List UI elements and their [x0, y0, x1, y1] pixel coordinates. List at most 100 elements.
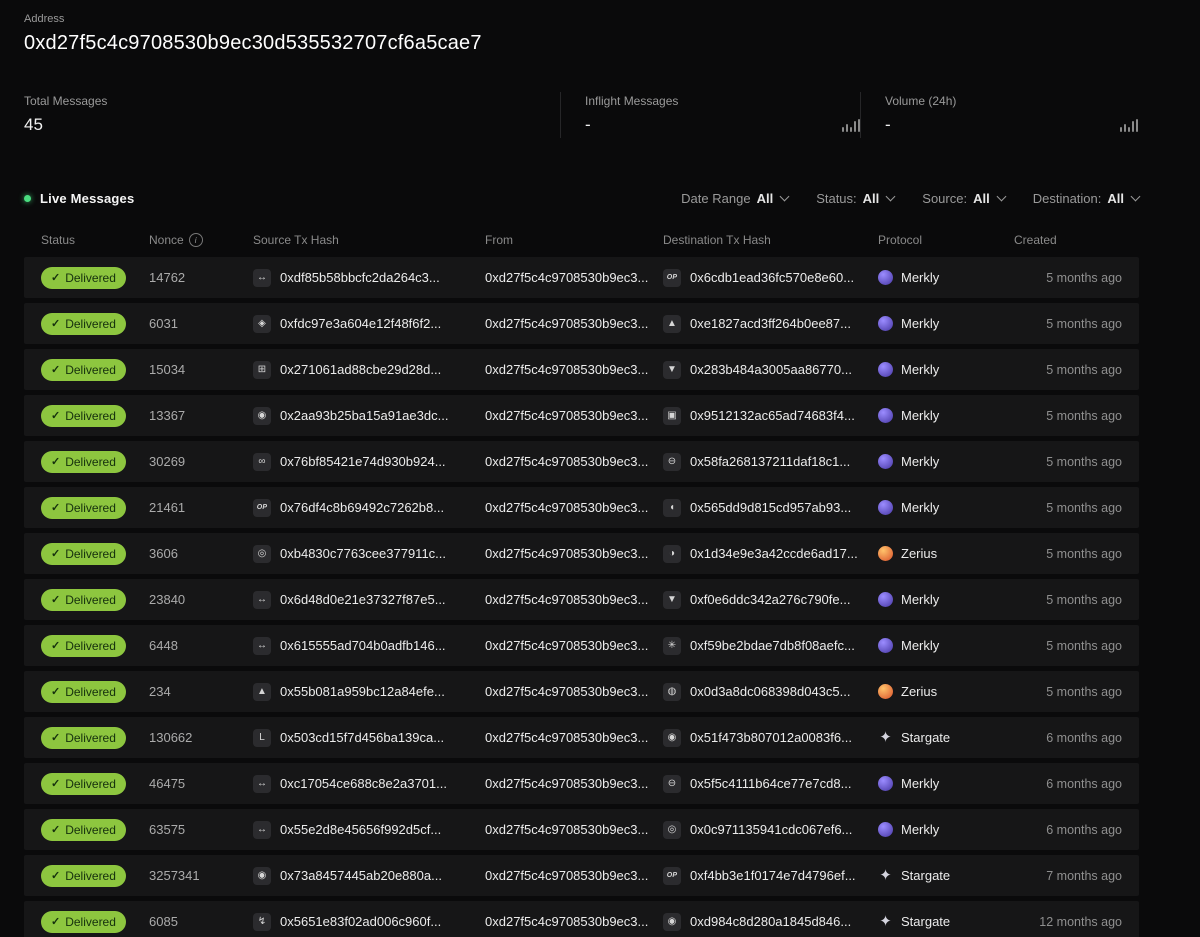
source-tx-hash-link[interactable]: 0x55e2d8e45656f992d5cf...	[280, 822, 441, 837]
source-chain-icon: ▲	[253, 682, 271, 701]
filter-destination[interactable]: Destination: All	[1032, 190, 1141, 206]
table-row[interactable]: ✓ Delivered 21461 OP 0x76df4c8b69492c7262b8.…	[24, 487, 1139, 528]
destination-tx-hash-link[interactable]: 0x1d34e9e3a42ccde6ad17...	[690, 546, 858, 561]
protocol-name: Merkly	[901, 454, 940, 469]
source-tx-hash-link[interactable]: 0x503cd15f7d456ba139ca...	[280, 730, 444, 745]
destination-chain-icon: ▲	[663, 314, 681, 333]
source-tx-hash-link[interactable]: 0x76bf85421e74d930b924...	[280, 454, 446, 469]
destination-tx-hash-link[interactable]: 0x283b484a3005aa86770...	[690, 362, 852, 377]
table-row[interactable]: ✓ Delivered 130662 L 0x503cd15f7d456ba139ca.…	[24, 717, 1139, 758]
source-tx-hash-link[interactable]: 0x5651e83f02ad006c960f...	[280, 914, 441, 929]
created-time: 5 months ago	[1046, 638, 1122, 653]
from-address-link[interactable]: 0xd27f5c4c9708530b9ec3...	[485, 270, 648, 285]
nonce-value: 46475	[149, 776, 186, 791]
source-tx-hash-link[interactable]: 0xb4830c7763cee377911c...	[280, 546, 446, 561]
destination-tx-hash-link[interactable]: 0x565dd9d815cd957ab93...	[690, 500, 851, 515]
source-chain-icon: ◎	[253, 544, 271, 563]
from-address-link[interactable]: 0xd27f5c4c9708530b9ec3...	[485, 546, 648, 561]
source-tx-hash-link[interactable]: 0xc17054ce688c8e2a3701...	[280, 776, 447, 791]
destination-tx-hash-link[interactable]: 0x9512132ac65ad74683f4...	[690, 408, 855, 423]
protocol-name: Merkly	[901, 822, 940, 837]
from-address-link[interactable]: 0xd27f5c4c9708530b9ec3...	[485, 730, 648, 745]
page: Address 0xd27f5c4c9708530b9ec30d53553270…	[0, 0, 1200, 937]
table-row[interactable]: ✓ Delivered 234 ▲ 0x55b081a959bc12a84efe... 0…	[24, 671, 1139, 712]
destination-chain-icon: OP	[663, 866, 681, 885]
destination-tx-hash-link[interactable]: 0x6cdb1ead36fc570e8e60...	[690, 270, 854, 285]
source-tx-hash-link[interactable]: 0x76df4c8b69492c7262b8...	[280, 500, 444, 515]
mini-bar-chart-icon	[1120, 119, 1138, 132]
filter-label: Destination:	[1032, 190, 1102, 206]
table-row[interactable]: ✓ Delivered 30269 ∞ 0x76bf85421e74d930b924..…	[24, 441, 1139, 482]
source-tx-hash-link[interactable]: 0x271061ad88cbe29d28d...	[280, 362, 441, 377]
table-row[interactable]: ✓ Delivered 3257341 ◉ 0x73a8457445ab20e880a.…	[24, 855, 1139, 896]
source-tx-hash-link[interactable]: 0x615555ad704b0adfb146...	[280, 638, 446, 653]
status-label: Delivered	[65, 316, 116, 331]
check-icon: ✓	[51, 272, 61, 284]
protocol-icon	[878, 270, 893, 285]
destination-tx-hash-link[interactable]: 0xe1827acd3ff264b0ee87...	[690, 316, 851, 331]
from-address-link[interactable]: 0xd27f5c4c9708530b9ec3...	[485, 684, 648, 699]
destination-tx-hash-link[interactable]: 0xf4bb3e1f0174e7d4796ef...	[690, 868, 856, 883]
source-tx-hash-link[interactable]: 0x6d48d0e21e37327f87e5...	[280, 592, 446, 607]
source-tx-hash-link[interactable]: 0x73a8457445ab20e880a...	[280, 868, 442, 883]
from-address-link[interactable]: 0xd27f5c4c9708530b9ec3...	[485, 914, 648, 929]
table-row[interactable]: ✓ Delivered 63575 ↔ 0x55e2d8e45656f992d5cf..…	[24, 809, 1139, 850]
from-address-link[interactable]: 0xd27f5c4c9708530b9ec3...	[485, 408, 648, 423]
protocol-icon: ✦	[879, 913, 892, 930]
table-row[interactable]: ✓ Delivered 14762 ↔ 0xdf85b58bbcfc2da264c3..…	[24, 257, 1139, 298]
filter-date-range[interactable]: Date Range All	[681, 191, 790, 206]
from-address-link[interactable]: 0xd27f5c4c9708530b9ec3...	[485, 316, 648, 331]
stat-total-messages: Total Messages 45	[24, 92, 560, 138]
from-address-link[interactable]: 0xd27f5c4c9708530b9ec3...	[485, 592, 648, 607]
destination-tx-hash-link[interactable]: 0x0d3a8dc068398d043c5...	[690, 684, 850, 699]
destination-tx-hash-link[interactable]: 0x58fa268137211daf18c1...	[690, 454, 850, 469]
status-badge: ✓ Delivered	[41, 450, 126, 473]
destination-tx-hash-link[interactable]: 0xf0e6ddc342a276c790fe...	[690, 592, 850, 607]
check-icon: ✓	[51, 870, 61, 882]
status-label: Delivered	[65, 776, 116, 791]
table-row[interactable]: ✓ Delivered 6085 ↯ 0x5651e83f02ad006c960f...…	[24, 901, 1139, 937]
from-address-link[interactable]: 0xd27f5c4c9708530b9ec3...	[485, 500, 648, 515]
destination-tx-hash-link[interactable]: 0xd984c8d280a1845d846...	[690, 914, 851, 929]
created-time: 12 months ago	[1039, 914, 1122, 929]
from-address-link[interactable]: 0xd27f5c4c9708530b9ec3...	[485, 454, 648, 469]
table-row[interactable]: ✓ Delivered 13367 ◉ 0x2aa93b25ba15a91ae3dc..…	[24, 395, 1139, 436]
destination-chain-icon: ◉	[663, 912, 681, 931]
table-row[interactable]: ✓ Delivered 15034 ⊞ 0x271061ad88cbe29d28d...…	[24, 349, 1139, 390]
filter-source[interactable]: Source: All	[922, 191, 1007, 206]
table-row[interactable]: ✓ Delivered 46475 ↔ 0xc17054ce688c8e2a3701..…	[24, 763, 1139, 804]
table-row[interactable]: ✓ Delivered 23840 ↔ 0x6d48d0e21e37327f87e5..…	[24, 579, 1139, 620]
status-label: Delivered	[65, 868, 116, 883]
destination-chain-icon: ◉	[663, 728, 681, 747]
table-row[interactable]: ✓ Delivered 6448 ↔ 0x615555ad704b0adfb146...…	[24, 625, 1139, 666]
from-address-link[interactable]: 0xd27f5c4c9708530b9ec3...	[485, 822, 648, 837]
from-address-link[interactable]: 0xd27f5c4c9708530b9ec3...	[485, 362, 648, 377]
source-tx-hash-link[interactable]: 0x2aa93b25ba15a91ae3dc...	[280, 408, 448, 423]
source-tx-hash-link[interactable]: 0xfdc97e3a604e12f48f6f2...	[280, 316, 441, 331]
protocol-name: Stargate	[901, 914, 951, 929]
destination-tx-hash-link[interactable]: 0x0c971135941cdc067ef6...	[690, 822, 852, 837]
status-label: Delivered	[65, 730, 116, 745]
protocol-icon	[878, 592, 893, 607]
check-icon: ✓	[51, 640, 61, 652]
live-messages-bar: Live Messages Date Range All Status: All…	[24, 185, 1141, 211]
filter-status[interactable]: Status: All	[816, 191, 896, 206]
chevron-down-icon	[996, 191, 1007, 201]
from-address-link[interactable]: 0xd27f5c4c9708530b9ec3...	[485, 638, 648, 653]
status-badge: ✓ Delivered	[41, 680, 126, 703]
table-row[interactable]: ✓ Delivered 6031 ◈ 0xfdc97e3a604e12f48f6f2..…	[24, 303, 1139, 344]
mini-bar-chart-icon	[842, 119, 860, 132]
created-time: 6 months ago	[1046, 730, 1122, 745]
destination-tx-hash-link[interactable]: 0xf59be2bdae7db8f08aefc...	[690, 638, 855, 653]
status-badge: ✓ Delivered	[41, 910, 126, 933]
destination-tx-hash-link[interactable]: 0x5f5c4111b64ce77e7cd8...	[690, 776, 851, 791]
source-tx-hash-link[interactable]: 0xdf85b58bbcfc2da264c3...	[280, 270, 440, 285]
destination-tx-hash-link[interactable]: 0x51f473b807012a0083f6...	[690, 730, 852, 745]
created-time: 6 months ago	[1046, 776, 1122, 791]
source-tx-hash-link[interactable]: 0x55b081a959bc12a84efe...	[280, 684, 445, 699]
nonce-value: 234	[149, 684, 171, 699]
from-address-link[interactable]: 0xd27f5c4c9708530b9ec3...	[485, 776, 648, 791]
created-time: 5 months ago	[1046, 684, 1122, 699]
table-row[interactable]: ✓ Delivered 3606 ◎ 0xb4830c7763cee377911c...…	[24, 533, 1139, 574]
from-address-link[interactable]: 0xd27f5c4c9708530b9ec3...	[485, 868, 648, 883]
